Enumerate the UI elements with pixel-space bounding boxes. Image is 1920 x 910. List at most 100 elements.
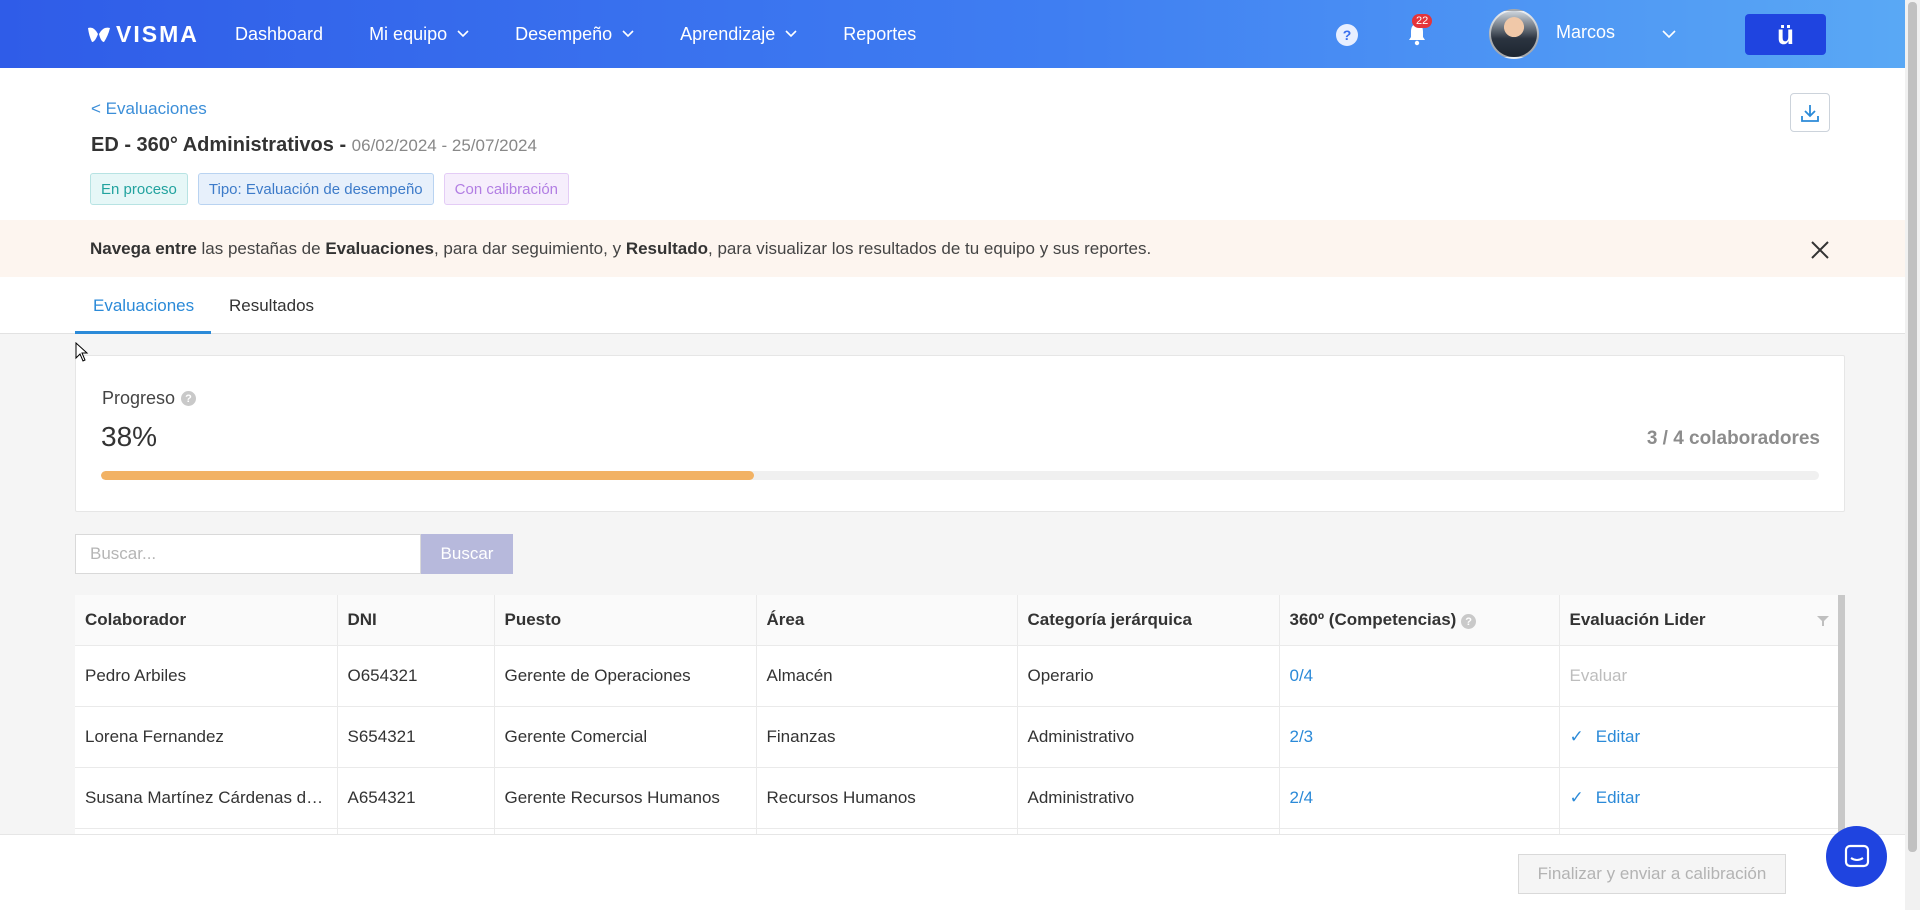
page-scrollbar-thumb[interactable] bbox=[1908, 2, 1917, 852]
mouse-cursor-icon bbox=[75, 342, 89, 362]
top-navbar: VISMA Dashboard Mi equipo Desempeño Apre… bbox=[0, 0, 1920, 68]
cell-categoria: Administrativo bbox=[1017, 706, 1280, 768]
download-icon bbox=[1801, 104, 1819, 122]
brand-app-button[interactable]: ü bbox=[1745, 14, 1826, 55]
nav-reportes[interactable]: Reportes bbox=[843, 24, 916, 45]
date-range: 06/02/2024 - 25/07/2024 bbox=[351, 136, 537, 155]
cell-competencias: 2/4 bbox=[1279, 767, 1560, 829]
cell-dni: A654321 bbox=[337, 767, 495, 829]
status-badge: En proceso bbox=[90, 173, 188, 205]
cell-puesto: Gerente de Operaciones bbox=[494, 645, 757, 707]
cell-puesto: Gerente Recursos Humanos bbox=[494, 767, 757, 829]
filter-icon[interactable] bbox=[1816, 615, 1829, 627]
banner-strong: Resultado bbox=[625, 239, 708, 258]
cell-lider: Evaluar bbox=[1559, 645, 1844, 707]
check-icon: ✓ bbox=[1569, 787, 1584, 807]
nav-dashboard-label: Dashboard bbox=[235, 23, 324, 44]
cell-colaborador: Pedro Arbiles bbox=[75, 645, 338, 707]
editar-link[interactable]: Editar bbox=[1596, 788, 1640, 807]
back-link[interactable]: < Evaluaciones bbox=[91, 99, 207, 119]
progress-card: Progreso ? 38% 3 / 4 colaboradores bbox=[75, 355, 1845, 512]
nav-desempeno-label: Desempeño bbox=[515, 23, 613, 44]
tab-resultados[interactable]: Resultados bbox=[229, 296, 314, 316]
logo-text: VISMA bbox=[116, 21, 199, 47]
cell-dni: O654321 bbox=[337, 645, 495, 707]
chevron-down-icon bbox=[622, 30, 634, 38]
progress-label-text: Progreso bbox=[102, 388, 176, 408]
cell-dni: S654321 bbox=[337, 706, 495, 768]
avatar[interactable] bbox=[1489, 9, 1539, 59]
banner-strong: Navega entre bbox=[90, 239, 197, 258]
banner-text: Navega entre las pestañas de Evaluacione… bbox=[90, 239, 1151, 259]
table-row: Pedro Arbiles O654321 Gerente de Operaci… bbox=[75, 645, 1844, 707]
banner-text-part: las pestañas de bbox=[196, 239, 326, 258]
nav-mi-equipo-label: Mi equipo bbox=[369, 23, 448, 44]
question-icon[interactable]: ? bbox=[1461, 614, 1477, 630]
question-icon[interactable]: ? bbox=[181, 391, 197, 406]
cell-competencias: 2/3 bbox=[1279, 706, 1560, 768]
info-banner: Navega entre las pestañas de Evaluacione… bbox=[0, 220, 1920, 277]
evaluar-link[interactable]: Evaluar bbox=[1570, 666, 1628, 685]
table-row: Lorena Fernandez S654321 Gerente Comerci… bbox=[75, 706, 1844, 768]
help-icon[interactable]: ? bbox=[1336, 24, 1358, 46]
chevron-down-icon bbox=[785, 30, 797, 38]
competencias-link[interactable]: 2/4 bbox=[1290, 788, 1314, 807]
search-button[interactable]: Buscar bbox=[421, 534, 513, 574]
close-icon[interactable] bbox=[1810, 240, 1830, 260]
chevron-down-icon[interactable] bbox=[1662, 30, 1676, 39]
col-header-lider[interactable]: Evaluación Lider bbox=[1559, 595, 1844, 646]
col-header-competencias[interactable]: 360º (Competencias) ? bbox=[1279, 595, 1560, 646]
page-title: ED - 360° Administrativos - 06/02/2024 -… bbox=[91, 134, 537, 157]
cell-area: Finanzas bbox=[756, 706, 1018, 768]
col-header-lider-text: Evaluación Lider bbox=[1569, 609, 1706, 629]
nav-aprendizaje[interactable]: Aprendizaje bbox=[680, 24, 797, 45]
page-title-text: ED - 360° Administrativos - bbox=[91, 134, 347, 156]
table-row: Susana Martínez Cárdenas de... A654321 G… bbox=[75, 767, 1844, 829]
tab-evaluaciones[interactable]: Evaluaciones bbox=[93, 296, 194, 316]
col-header-area[interactable]: Área bbox=[756, 595, 1018, 646]
nav-dashboard[interactable]: Dashboard bbox=[235, 24, 323, 45]
editar-link[interactable]: Editar bbox=[1596, 727, 1640, 746]
cell-competencias: 0/4 bbox=[1279, 645, 1560, 707]
col-header-categoria[interactable]: Categoría jerárquica bbox=[1017, 595, 1280, 646]
evaluations-table: Colaborador DNI Puesto Área Categoría je… bbox=[75, 595, 1845, 835]
check-icon: ✓ bbox=[1569, 726, 1584, 746]
banner-strong: Evaluaciones bbox=[325, 239, 434, 258]
banner-text-part: , para dar seguimiento, y bbox=[433, 239, 626, 258]
cell-colaborador: Susana Martínez Cárdenas de... bbox=[75, 767, 338, 829]
cell-puesto: Gerente Comercial bbox=[494, 706, 757, 768]
progress-percent: 38% bbox=[101, 421, 158, 452]
chat-icon bbox=[1844, 844, 1869, 867]
cell-lider: ✓ Editar bbox=[1559, 706, 1844, 768]
download-button[interactable] bbox=[1790, 93, 1830, 132]
cell-lider: ✓ Editar bbox=[1559, 767, 1844, 829]
user-name[interactable]: Marcos bbox=[1556, 22, 1615, 43]
visma-logo[interactable]: VISMA bbox=[86, 21, 199, 48]
notification-badge: 22 bbox=[1412, 14, 1433, 28]
nav-desempeno[interactable]: Desempeño bbox=[515, 24, 634, 45]
progress-label: Progreso ? bbox=[102, 388, 197, 409]
col-header-puesto[interactable]: Puesto bbox=[494, 595, 757, 646]
nav-mi-equipo[interactable]: Mi equipo bbox=[369, 24, 469, 45]
progress-bar bbox=[101, 471, 1819, 480]
competencias-link[interactable]: 0/4 bbox=[1290, 666, 1314, 685]
col-header-competencias-text: 360º (Competencias) bbox=[1289, 609, 1457, 629]
col-header-colaborador[interactable]: Colaborador bbox=[75, 595, 338, 646]
table-header-row: Colaborador DNI Puesto Área Categoría je… bbox=[75, 595, 1844, 646]
search-input[interactable] bbox=[75, 534, 421, 574]
progress-count: 3 / 4 colaboradores bbox=[1646, 428, 1820, 449]
status-tags: En proceso Tipo: Evaluación de desempeño… bbox=[90, 173, 570, 205]
competencias-link[interactable]: 2/3 bbox=[1290, 727, 1314, 746]
active-tab-indicator bbox=[75, 331, 211, 334]
nav-reportes-label: Reportes bbox=[843, 23, 917, 44]
visma-logo-icon bbox=[88, 27, 110, 42]
chat-button[interactable] bbox=[1826, 826, 1887, 887]
finalize-button[interactable]: Finalizar y enviar a calibración bbox=[1518, 854, 1786, 894]
col-header-dni[interactable]: DNI bbox=[337, 595, 495, 646]
calibration-badge: Con calibración bbox=[443, 173, 570, 205]
tab-bar: Evaluaciones Resultados bbox=[0, 277, 1920, 334]
type-badge: Tipo: Evaluación de desempeño bbox=[197, 173, 434, 205]
table-scrollbar[interactable] bbox=[1838, 595, 1845, 835]
chevron-down-icon bbox=[457, 30, 469, 38]
banner-text-part: , para visualizar los resultados de tu e… bbox=[708, 239, 1152, 258]
